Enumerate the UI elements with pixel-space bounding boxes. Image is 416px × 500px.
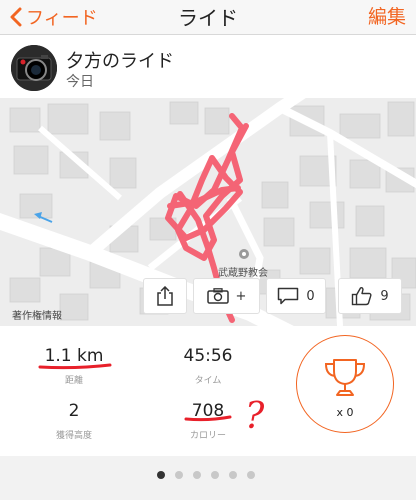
page-dot[interactable] [229, 471, 237, 479]
thumbs-up-icon [352, 287, 372, 306]
avatar[interactable] [11, 45, 57, 91]
page-dot[interactable] [193, 471, 201, 479]
copyright-link[interactable]: 著作権情報 [12, 307, 62, 322]
poi-label: 武蔵野教会 [218, 268, 268, 279]
distance-value: 1.1 km [44, 346, 104, 366]
share-button[interactable] [143, 278, 187, 314]
kudos-count: 9 [380, 288, 389, 304]
navigation-bar: フィード ライド 編集 [0, 0, 416, 35]
edit-button[interactable]: 編集 [368, 2, 406, 29]
map-pin-icon [239, 249, 249, 259]
camera-icon [11, 45, 57, 91]
time-label: タイム [194, 376, 222, 386]
time-value: 45:56 [183, 346, 233, 366]
distance-label: 距離 [64, 376, 83, 386]
achievements-button[interactable]: x 0 [296, 335, 394, 433]
elevation-label: 獲得高度 [55, 431, 92, 441]
photo-add-label: + [235, 288, 247, 304]
stat-distance: 1.1 km 距離 [14, 346, 134, 386]
camera-icon [206, 288, 229, 304]
calories-value: 708 [191, 401, 225, 421]
kudos-button[interactable]: 9 [338, 278, 402, 314]
elevation-value: 2 [68, 401, 80, 421]
comment-button[interactable]: 0 [266, 278, 326, 314]
page-dot[interactable] [175, 471, 183, 479]
achievement-count: x 0 [336, 406, 354, 419]
trophy-icon [324, 359, 366, 396]
comment-icon [278, 287, 299, 305]
page-indicator [0, 456, 416, 500]
activity-date: 今日 [66, 74, 94, 90]
page-dot[interactable] [247, 471, 255, 479]
page-title: ライド [178, 6, 238, 30]
stat-elevation: 2 獲得高度 [14, 401, 134, 441]
stat-time: 45:56 タイム [148, 346, 268, 386]
page-dot[interactable] [157, 471, 165, 479]
stat-calories: 708 カロリー [148, 401, 268, 441]
share-icon [157, 286, 173, 306]
activity-header: 夕方のライド 今日 [0, 35, 416, 98]
activity-title: 夕方のライド [66, 51, 174, 72]
calories-label: カロリー [189, 431, 226, 441]
page-dot[interactable] [211, 471, 219, 479]
comment-count: 0 [306, 288, 315, 304]
add-photo-button[interactable]: + [193, 278, 260, 314]
